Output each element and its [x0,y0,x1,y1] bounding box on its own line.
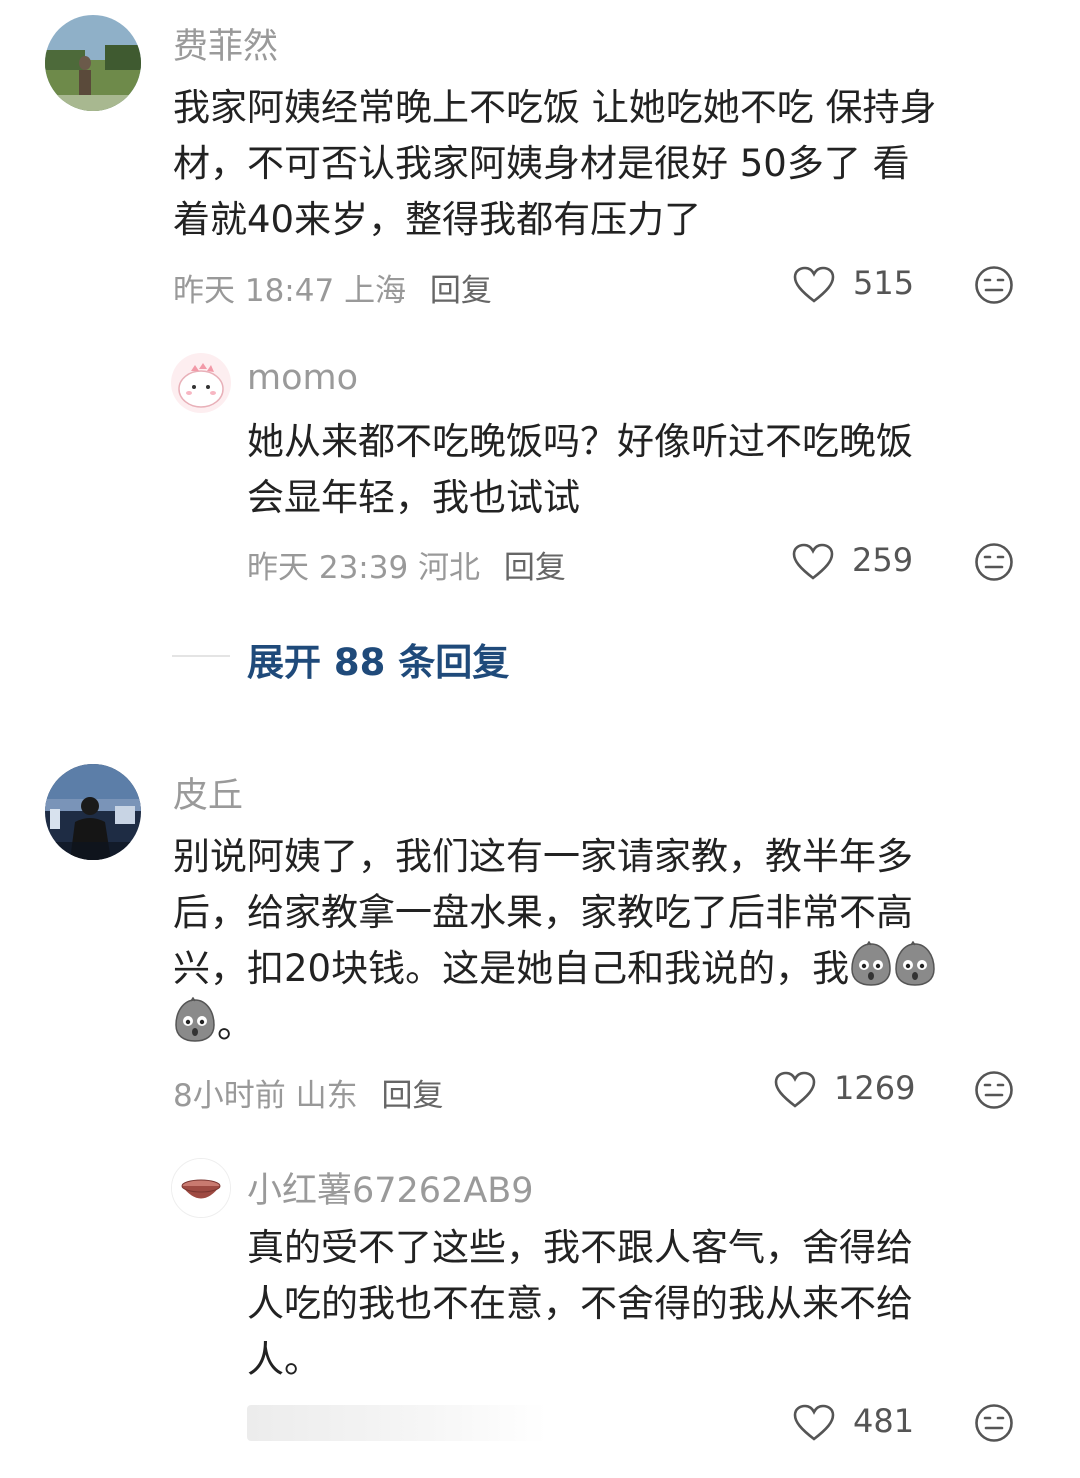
like-count: 515 [853,264,915,302]
expand-divider [172,655,230,657]
comment-text-line: 真的受不了这些，我不跟人客气，舍得给 [247,1226,913,1269]
neutral-face-icon[interactable] [974,1070,1014,1110]
comment-username[interactable]: 小红薯67262AB9 [247,1162,534,1213]
reply-button[interactable]: 回复 [504,550,566,586]
avatar[interactable] [171,353,231,413]
blurred-meta-placeholder [247,1405,547,1441]
neutral-face-icon[interactable] [974,542,1014,582]
comment-text-fragment: 。 [217,1003,254,1046]
comment-text-line: 别说阿姨了，我们这有一家请家教，教半年多 [173,835,913,878]
comment-meta: 昨天 18:47 上海 回复 [173,265,492,310]
comment-time: 昨天 23:39 [247,550,409,586]
comment-text: 别说阿姨了，我们这有一家请家教，教半年多 后，给家教拿一盘水果，家教吃了后非常不… [173,829,1053,1053]
comment-username[interactable]: 皮丘 [173,767,243,818]
comment-text-fragment: 兴，扣20块钱。这是她自己和我说的，我 [173,947,850,990]
comment-time: 昨天 18:47 [173,273,335,309]
neutral-face-icon[interactable] [974,1403,1014,1443]
comment-text-line: 我家阿姨经常晚上不吃饭 让她吃她不吃 保持身 [173,86,937,129]
comment-text-line: 她从来都不吃晚饭吗？好像听过不吃晚饭 [247,420,913,463]
comment-meta: 8小时前 山东 回复 [173,1070,443,1115]
like-count: 259 [852,541,914,579]
neutral-face-icon[interactable] [974,265,1014,305]
comment-text-line: 材，不可否认我家阿姨身材是很好 50多了 看 [173,142,910,185]
heart-outline-icon[interactable] [792,543,834,581]
bowl-avatar-icon [172,1159,230,1217]
comment-meta: 昨天 23:39 河北 回复 [247,542,566,587]
reply-button[interactable]: 回复 [381,1078,443,1114]
avatar[interactable] [171,1158,231,1218]
comment-text-line: 着就40来岁，整得我都有压力了 [173,198,702,241]
potato-shocked-sticker-icon [895,941,935,986]
expand-replies-button[interactable]: 展开 88 条回复 [247,632,509,686]
night-city-avatar-icon [45,764,141,860]
comment-text-line: 人。 [247,1338,321,1381]
comment-text-line: 后，给家教拿一盘水果，家教吃了后非常不高 [173,891,913,934]
comment-username[interactable]: momo [247,358,358,398]
avatar[interactable] [45,15,141,111]
comment-text-line: 。 [173,997,1053,1053]
comment-text: 她从来都不吃晚饭吗？好像听过不吃晚饭 会显年轻，我也试试 [247,414,1037,526]
comment-text-line: 会显年轻，我也试试 [247,476,580,519]
comment-time: 8小时前 [173,1078,286,1114]
reply-button[interactable]: 回复 [430,273,492,309]
comment-username[interactable]: 费菲然 [173,18,278,69]
comment-text-line: 人吃的我也不在意，不舍得的我从来不给 [247,1282,913,1325]
comment-text-line: 兴，扣20块钱。这是她自己和我说的，我 [173,941,1053,997]
heart-outline-icon[interactable] [774,1071,816,1109]
heart-outline-icon[interactable] [793,1404,835,1442]
comment-text: 我家阿姨经常晚上不吃饭 让她吃她不吃 保持身 材，不可否认我家阿姨身材是很好 5… [173,80,1043,248]
heart-outline-icon[interactable] [793,266,835,304]
cartoon-dino-avatar-icon [171,353,231,413]
avatar[interactable] [45,764,141,860]
outdoor-photo-avatar-icon [45,15,141,111]
comment-location: 河北 [418,550,481,586]
comment-location: 上海 [344,273,407,309]
like-count: 1269 [834,1069,916,1107]
like-count: 481 [853,1402,915,1440]
comment-location: 山东 [295,1078,358,1114]
potato-shocked-sticker-icon [851,941,891,986]
potato-shocked-sticker-icon [175,997,215,1042]
comment-text: 真的受不了这些，我不跟人客气，舍得给 人吃的我也不在意，不舍得的我从来不给 人。 [247,1220,1037,1388]
